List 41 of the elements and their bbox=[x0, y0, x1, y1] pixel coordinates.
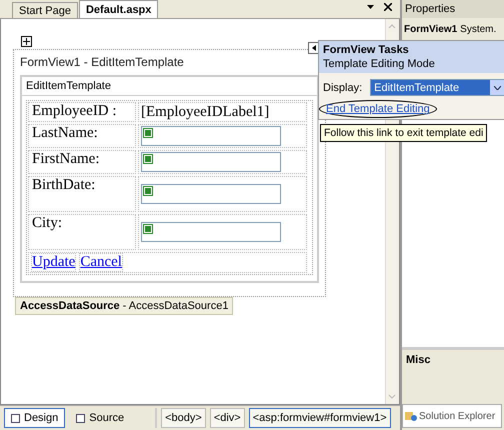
field-label: BirthDate: bbox=[28, 176, 136, 212]
collapse-arrow-icon bbox=[312, 45, 316, 51]
field-label: LastName: bbox=[28, 124, 136, 148]
smart-tag-button[interactable] bbox=[308, 42, 319, 54]
view-tab[interactable]: Design bbox=[4, 408, 66, 428]
panel-title: Properties bbox=[402, 0, 504, 18]
tasks-subtitle: Template Editing Mode bbox=[323, 58, 436, 70]
template-link[interactable]: Update bbox=[31, 253, 76, 272]
object-type: System. bbox=[460, 24, 496, 34]
dropdown-icon[interactable] bbox=[367, 5, 374, 9]
close-icon[interactable] bbox=[384, 3, 392, 11]
document-tab[interactable]: Default.aspx bbox=[78, 0, 158, 18]
datasource-control[interactable]: AccessDataSource - AccessDataSource1 bbox=[15, 297, 234, 315]
display-label: Display: bbox=[323, 82, 362, 94]
formview-title: FormView1 - EditItemTemplate bbox=[20, 55, 185, 69]
tasks-title: FormView Tasks bbox=[323, 44, 410, 56]
field-label: EmployeeID : bbox=[28, 102, 136, 122]
chevron-down-icon bbox=[494, 86, 500, 90]
template-header: EditItemTemplate bbox=[22, 77, 317, 96]
move-handle-icon[interactable] bbox=[21, 36, 32, 47]
field-label: FirstName: bbox=[28, 150, 136, 174]
display-dropdown[interactable]: EditItemTemplate bbox=[370, 79, 504, 96]
tooltip: Follow this link to exit template edi bbox=[320, 124, 488, 142]
view-icon bbox=[11, 414, 20, 422]
tag-path-button[interactable]: <body> bbox=[161, 408, 206, 428]
document-tab[interactable]: Start Page bbox=[12, 2, 78, 18]
tag-path-button[interactable]: <asp:formview#formview1> bbox=[248, 408, 391, 428]
text-input[interactable] bbox=[141, 126, 281, 146]
bound-label: [EmployeeIDLabel1] bbox=[138, 102, 307, 122]
solution-explorer-tab[interactable]: Solution Explorer bbox=[402, 404, 502, 428]
object-name: FormView1 bbox=[404, 24, 458, 34]
solution-icon bbox=[405, 410, 417, 422]
view-icon bbox=[76, 414, 86, 422]
text-input[interactable] bbox=[141, 152, 281, 172]
view-tab[interactable]: Source bbox=[69, 408, 132, 428]
template-link[interactable]: Cancel bbox=[79, 253, 123, 272]
end-editing-link[interactable]: End Template Editing bbox=[319, 100, 437, 118]
text-input[interactable] bbox=[141, 222, 281, 242]
field-label: City: bbox=[28, 214, 136, 250]
tag-path-button[interactable]: <div> bbox=[210, 408, 245, 428]
text-input[interactable] bbox=[141, 184, 281, 204]
